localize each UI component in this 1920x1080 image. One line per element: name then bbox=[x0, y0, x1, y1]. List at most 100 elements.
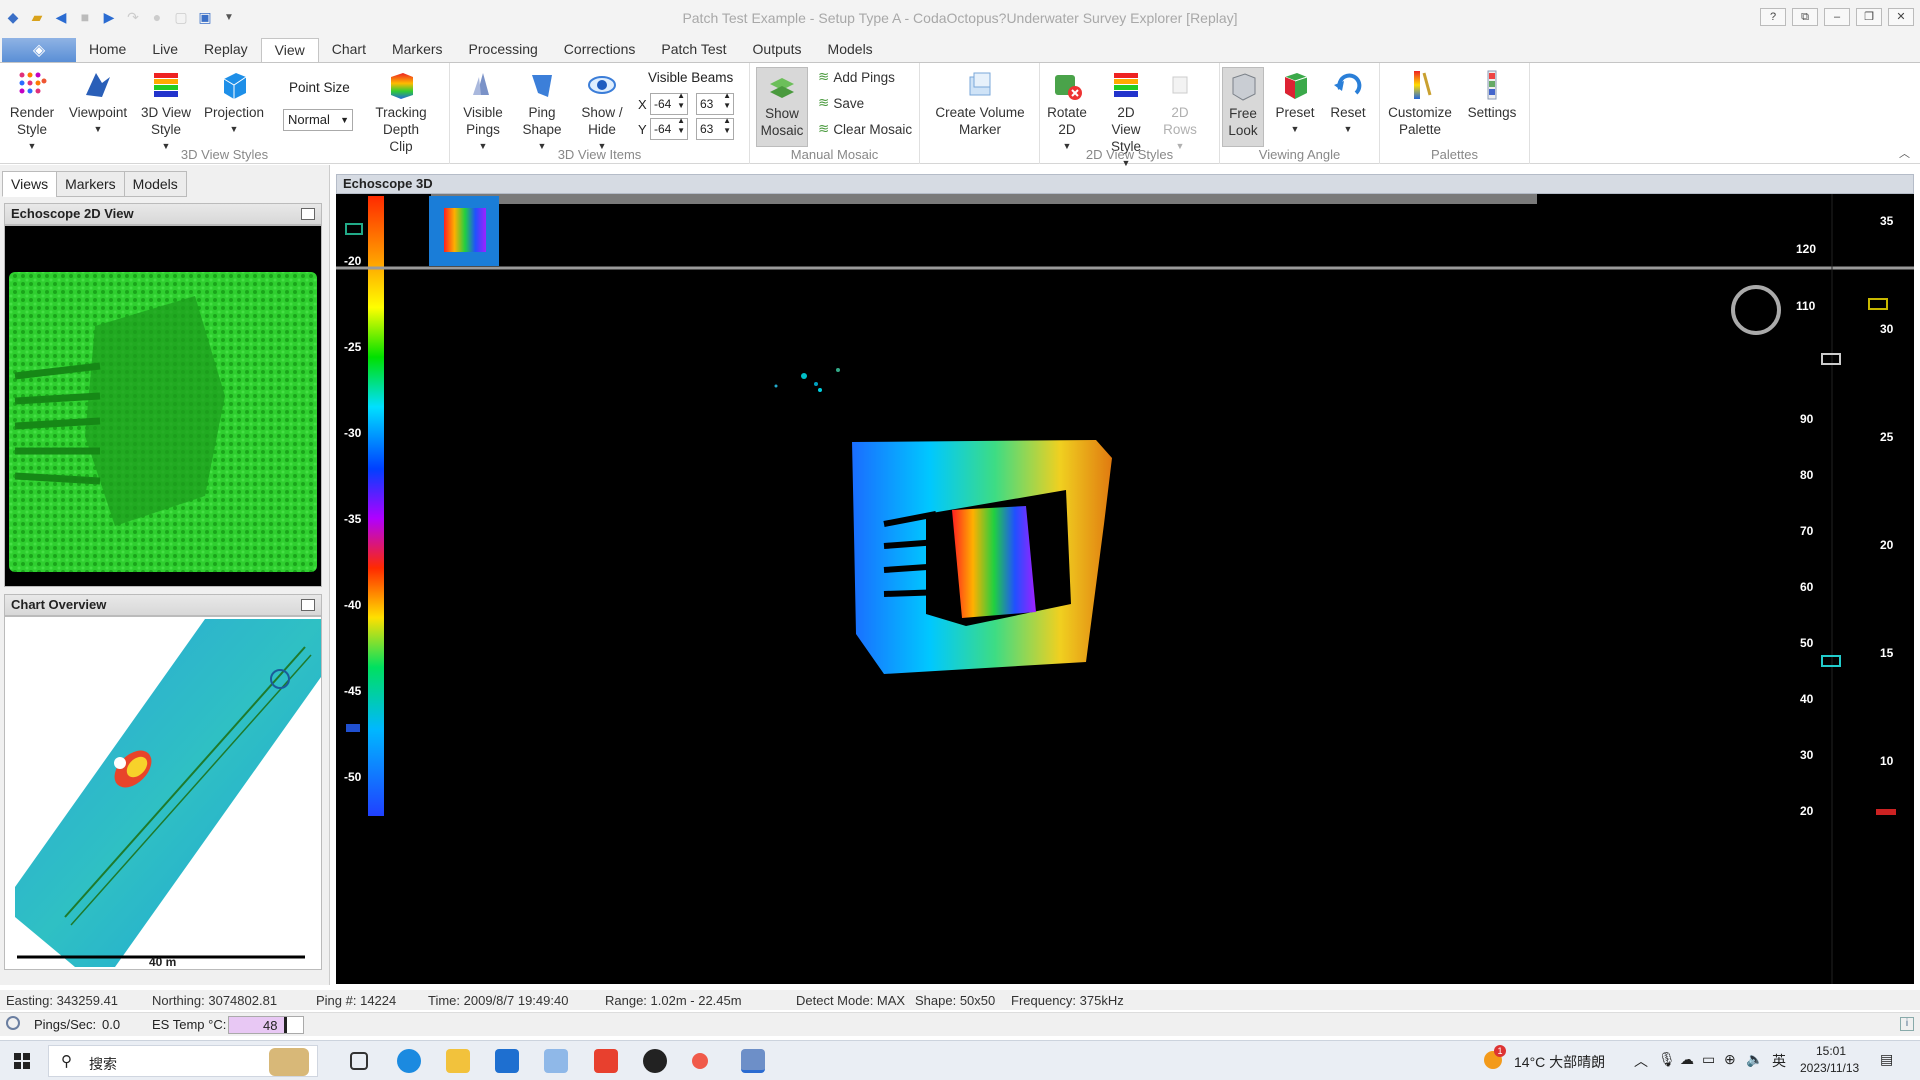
beam-y-max-spinner[interactable]: 63 ▲ ▼ bbox=[696, 116, 734, 140]
render-style-button[interactable]: Render Style ▼ bbox=[8, 69, 56, 155]
network-icon[interactable]: ⊕ bbox=[1724, 1051, 1736, 1068]
window-title: Patch Test Example - Setup Type A - Coda… bbox=[682, 10, 1238, 26]
rows-icon bbox=[1164, 69, 1196, 101]
depth-clip-icon bbox=[385, 69, 417, 101]
range-tick: 60 bbox=[1800, 580, 1814, 594]
tab-models-panel[interactable]: Models bbox=[123, 171, 187, 197]
free-look-button[interactable]: Free Look bbox=[1222, 67, 1264, 147]
cube-icon bbox=[218, 69, 250, 101]
echoscope-2d-view[interactable] bbox=[4, 225, 322, 587]
help-button[interactable]: ? bbox=[1760, 8, 1786, 26]
app-menu-button[interactable]: ◈ bbox=[2, 38, 76, 62]
beam-x-max-spinner[interactable]: 63 ▲ ▼ bbox=[696, 91, 734, 115]
battery-icon[interactable]: ▭ bbox=[1702, 1051, 1715, 1068]
tray-chevron-icon[interactable]: ︿ bbox=[1634, 1051, 1648, 1071]
depth-tick: -50 bbox=[344, 770, 362, 784]
3d-view-style-button[interactable]: 3D View Style ▼ bbox=[140, 69, 192, 155]
windows-start-icon[interactable] bbox=[14, 1053, 30, 1069]
close-button[interactable]: ✕ bbox=[1888, 8, 1914, 26]
volume-icon[interactable]: 🔈 bbox=[1746, 1051, 1763, 1068]
top-scrollbar[interactable] bbox=[431, 194, 1537, 204]
chart-overview-header: Chart Overview bbox=[4, 594, 322, 616]
show-mosaic-button[interactable]: Show Mosaic bbox=[756, 67, 808, 147]
echoscope-3d-canvas bbox=[336, 194, 1914, 984]
minimize-button[interactable]: – bbox=[1824, 8, 1850, 26]
projection-button[interactable]: Projection ▼ bbox=[204, 69, 264, 138]
add-pings-button[interactable]: ≋ Add Pings bbox=[818, 69, 895, 85]
search-placeholder: 搜索 bbox=[89, 1056, 117, 1072]
cloud-icon[interactable]: ☁ bbox=[1680, 1051, 1694, 1068]
options-button[interactable]: ⧉ bbox=[1792, 8, 1818, 26]
tab-replay[interactable]: Replay bbox=[191, 38, 261, 62]
tab-chart[interactable]: Chart bbox=[319, 38, 379, 62]
edge-icon[interactable] bbox=[397, 1049, 421, 1073]
media-player-icon[interactable] bbox=[643, 1049, 667, 1073]
collapse-ribbon-icon[interactable]: ︿ bbox=[1899, 145, 1910, 161]
customize-palette-button[interactable]: Customize Palette bbox=[1384, 69, 1456, 138]
left-panel: Views Markers Models Echoscope 2D View C… bbox=[0, 165, 330, 985]
show-hide-button[interactable]: Show / Hide ▼ bbox=[576, 69, 628, 155]
point-size-select[interactable]: Normal ▼ bbox=[283, 109, 353, 131]
range-tick: 110 bbox=[1796, 299, 1816, 313]
palette-settings-button[interactable]: Settings bbox=[1464, 69, 1520, 121]
clear-mosaic-button[interactable]: ≋ Clear Mosaic bbox=[818, 121, 912, 137]
ime-indicator[interactable]: 英 bbox=[1772, 1051, 1786, 1071]
tab-markers[interactable]: Markers bbox=[379, 38, 456, 62]
create-volume-marker-button[interactable]: Create Volume Marker bbox=[930, 69, 1030, 138]
clock-date[interactable]: 2023/11/13 bbox=[1800, 1061, 1859, 1075]
restore-button[interactable]: ❐ bbox=[1856, 8, 1882, 26]
echoscope-3d-view[interactable]: -20 -25 -30 -35 -40 -45 -50 35 30 25 20 … bbox=[336, 194, 1914, 984]
undock-icon[interactable] bbox=[301, 208, 315, 220]
range-tick: 90 bbox=[1800, 412, 1814, 426]
tab-outputs[interactable]: Outputs bbox=[740, 38, 815, 62]
task-view-icon[interactable] bbox=[350, 1052, 368, 1070]
range-readout: Range: 1.02m - 22.45m bbox=[605, 993, 742, 1008]
wps-icon[interactable] bbox=[594, 1049, 618, 1073]
survey-explorer-taskbar-icon[interactable] bbox=[741, 1049, 765, 1073]
eye-icon bbox=[586, 69, 618, 101]
notification-icon[interactable]: ▤ bbox=[1880, 1051, 1893, 1068]
time-readout: Time: 2009/8/7 19:49:40 bbox=[428, 993, 569, 1008]
tab-markers-panel[interactable]: Markers bbox=[56, 171, 125, 197]
rotate-2d-button[interactable]: Rotate 2D ▼ bbox=[1042, 69, 1092, 155]
scale-tick: 25 bbox=[1880, 430, 1894, 444]
tab-patch-test[interactable]: Patch Test bbox=[648, 38, 739, 62]
blue-marker-icon bbox=[346, 724, 360, 732]
tab-corrections[interactable]: Corrections bbox=[551, 38, 649, 62]
group-volume-marker: Create Volume Marker bbox=[920, 63, 1040, 164]
info-icon[interactable]: i bbox=[1900, 1017, 1914, 1031]
range-tick: 40 bbox=[1800, 692, 1814, 706]
weather-text[interactable]: 14°C 大部晴朗 bbox=[1514, 1052, 1605, 1072]
mail-icon[interactable] bbox=[495, 1049, 519, 1073]
beam-x-min-spinner[interactable]: -64 ▲ ▼ bbox=[650, 91, 688, 115]
viewpoint-button[interactable]: Viewpoint ▼ bbox=[66, 69, 130, 138]
laptop-app-icon[interactable] bbox=[544, 1049, 568, 1073]
scale-bar-label: 40 m bbox=[149, 955, 177, 969]
save-mosaic-button[interactable]: ≋ Save bbox=[818, 95, 864, 111]
tab-view[interactable]: View bbox=[260, 38, 319, 62]
visible-pings-button[interactable]: Visible Pings ▼ bbox=[458, 69, 508, 155]
range-tick: 80 bbox=[1800, 468, 1814, 482]
undock-chart-icon[interactable] bbox=[301, 599, 315, 611]
ping-shape-button[interactable]: Ping Shape ▼ bbox=[516, 69, 568, 155]
tab-live[interactable]: Live bbox=[139, 38, 191, 62]
palette-icon bbox=[1404, 69, 1436, 101]
reset-button[interactable]: Reset ▼ bbox=[1326, 69, 1370, 138]
echoscope-3d-header: Echoscope 3D bbox=[336, 174, 1914, 194]
beam-y-min-spinner[interactable]: -64 ▲ ▼ bbox=[650, 116, 688, 140]
clock-time[interactable]: 15:01 bbox=[1816, 1044, 1846, 1058]
2d-rows-button[interactable]: 2D Rows ▼ bbox=[1160, 69, 1200, 155]
group-3d-view-styles: Render Style ▼ Viewpoint ▼ 3D View Style ▼ … bbox=[0, 63, 450, 164]
ping-number-readout: Ping #: 14224 bbox=[316, 993, 397, 1008]
file-explorer-icon[interactable] bbox=[446, 1049, 470, 1073]
microphone-icon[interactable]: 🎙 bbox=[1658, 1051, 1676, 1068]
chart-overview-map[interactable]: 40 m bbox=[4, 616, 322, 970]
preset-button[interactable]: Preset ▼ bbox=[1272, 69, 1318, 138]
record-app-icon[interactable] bbox=[692, 1053, 708, 1069]
tab-models[interactable]: Models bbox=[815, 38, 886, 62]
tracking-depth-clip-button[interactable]: Tracking Depth Clip bbox=[370, 69, 432, 155]
tab-home[interactable]: Home bbox=[76, 38, 139, 62]
taskbar-search-box[interactable]: ⚲ 搜索 bbox=[48, 1045, 318, 1077]
tab-processing[interactable]: Processing bbox=[456, 38, 551, 62]
tab-views[interactable]: Views bbox=[2, 171, 58, 197]
